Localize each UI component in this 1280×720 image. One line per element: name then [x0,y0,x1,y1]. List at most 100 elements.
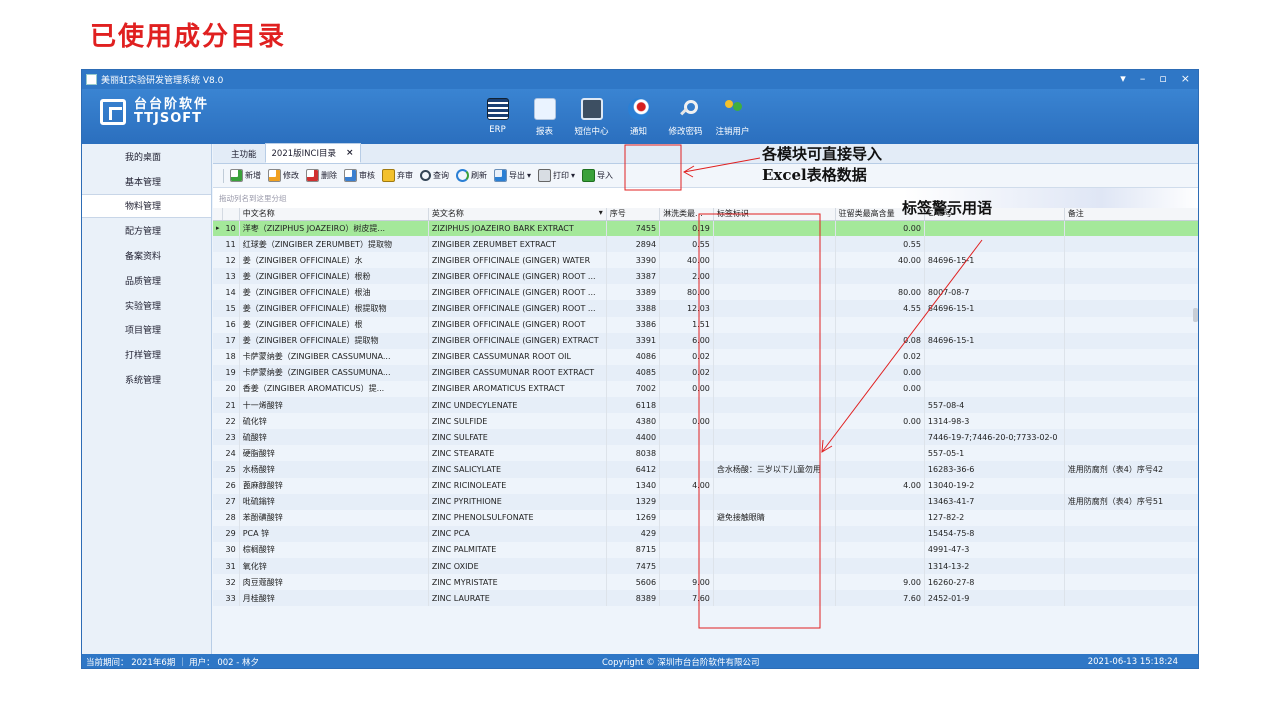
cell-cas[interactable]: 127-82-2 [924,509,1065,526]
cell-leave-on-max[interactable]: 0.00 [835,220,925,237]
table-row[interactable]: 18 卡萨蒙纳姜（ZINGIBER CASSUMUNA... ZINGIBER CA… [213,348,1198,365]
cell-seq[interactable]: 7475 [606,557,661,575]
table-row[interactable]: 25 水杨酸锌 ZINC SALICYLATE 6412 含水杨酸：三岁以下儿童勿用 16… [213,461,1198,478]
cell-rownum[interactable]: 14 [222,284,240,301]
close-icon[interactable]: × [1181,72,1190,85]
cell-label-warning[interactable] [713,445,836,462]
cell-leave-on-max[interactable] [835,461,925,478]
cell-en-name[interactable]: ZINGIBER OFFICINALE (GINGER) ROOT ... [428,284,607,301]
nav-report[interactable]: 报表 [521,98,568,137]
cell-remark[interactable] [1064,413,1198,430]
abandon-audit-button[interactable]: 弃审 [382,169,413,182]
cell-leave-on-max[interactable] [835,541,925,558]
cell-leave-on-max[interactable]: 7.60 [835,590,925,607]
cell-cas[interactable] [924,348,1065,365]
cell-leave-on-max[interactable] [835,429,925,446]
cell-en-name[interactable]: ZINC SALICYLATE [428,461,607,478]
cell-rownum[interactable]: 12 [222,252,240,269]
cell-label-warning[interactable] [713,252,836,269]
cell-cn-name[interactable]: 硬脂酸锌 [239,445,429,462]
cell-cas[interactable]: 84696-15-1 [924,300,1065,317]
cell-rinse-max[interactable] [659,557,714,575]
cell-leave-on-max[interactable]: 0.00 [835,380,925,398]
cell-remark[interactable] [1064,429,1198,446]
cell-rownum[interactable]: 16 [222,316,240,333]
cell-cn-name[interactable]: 苯酚磺酸锌 [239,509,429,526]
cell-cn-name[interactable]: 十一烯酸锌 [239,397,429,414]
sidebar-item-system[interactable]: 系统管理 [82,367,211,392]
cell-en-name[interactable]: ZINC PYRITHIONE [428,493,607,510]
cell-rownum[interactable]: 17 [222,332,240,349]
audit-button[interactable]: 审核 [344,169,375,182]
table-row[interactable]: 23 硫酸锌 ZINC SULFATE 4400 7446-19-7;7446-20-0… [213,429,1198,446]
cell-cas[interactable]: 7446-19-7;7446-20-0;7733-02-0 [924,429,1065,446]
cell-cas[interactable]: 8007-08-7 [924,284,1065,301]
cell-leave-on-max[interactable]: 80.00 [835,284,925,301]
cell-remark[interactable] [1064,445,1198,462]
cell-rownum[interactable]: 25 [222,461,240,478]
cell-cn-name[interactable]: 吡硫鎓锌 [239,493,429,510]
cell-cn-name[interactable]: 姜（ZINGIBER OFFICINALE）提取物 [239,332,429,349]
table-row[interactable]: 17 姜（ZINGIBER OFFICINALE）提取物 ZINGIBER OFFI… [213,332,1198,349]
tab-close-icon[interactable]: × [346,148,354,158]
cell-leave-on-max[interactable]: 0.02 [835,348,925,365]
cell-remark[interactable] [1064,509,1198,526]
cell-seq[interactable]: 8389 [606,590,661,607]
cell-seq[interactable]: 3389 [606,284,661,301]
print-dropdown-icon[interactable]: ▾ [571,171,575,180]
sidebar-item-project[interactable]: 项目管理 [82,318,211,343]
cell-rownum[interactable]: 21 [222,397,240,414]
cell-en-name[interactable]: ZINC SULFIDE [428,413,607,430]
cell-cas[interactable] [924,380,1065,398]
cell-label-warning[interactable] [713,590,836,607]
cell-seq[interactable]: 3390 [606,252,661,269]
cell-label-warning[interactable] [713,557,836,575]
export-dropdown-icon[interactable]: ▾ [527,171,531,180]
cell-cas[interactable]: 4991-47-3 [924,541,1065,558]
cell-remark[interactable] [1064,397,1198,414]
cell-remark[interactable] [1064,220,1198,237]
cell-rownum[interactable]: 29 [222,525,240,542]
cell-seq[interactable]: 4086 [606,348,661,365]
cell-cas[interactable]: 557-08-4 [924,397,1065,414]
cell-label-warning[interactable] [713,493,836,510]
cell-en-name[interactable]: ZIZIPHUS JOAZEIRO BARK EXTRACT [428,220,607,237]
cell-leave-on-max[interactable]: 9.00 [835,574,925,591]
table-row[interactable]: 11 红球姜（ZINGIBER ZERUMBET）提取物 ZINGIBER ZERU… [213,236,1198,253]
cell-remark[interactable] [1064,541,1198,558]
refresh-button[interactable]: 刷新 [456,169,487,182]
cell-cn-name[interactable]: 洋枣（ZIZIPHUS JOAZEIRO）树皮提... [239,220,429,237]
nav-logout[interactable]: 注销用户 [709,98,756,137]
cell-remark[interactable] [1064,316,1198,333]
cell-leave-on-max[interactable] [835,557,925,575]
cell-rownum[interactable]: 11 [222,236,240,253]
col-header-rinse-max[interactable]: 淋洗类最... [659,208,714,221]
cell-rinse-max[interactable]: 0.00 [659,380,714,398]
table-row[interactable]: 26 蓖麻醇酸锌 ZINC RICINOLEATE 1340 4.00 4.00 13040… [213,477,1198,494]
cell-en-name[interactable]: ZINGIBER AROMATICUS EXTRACT [428,380,607,398]
cell-en-name[interactable]: ZINC STEARATE [428,445,607,462]
cell-leave-on-max[interactable]: 0.55 [835,236,925,253]
cell-rownum[interactable]: 26 [222,477,240,494]
cell-rinse-max[interactable]: 40.00 [659,252,714,269]
cell-cn-name[interactable]: 水杨酸锌 [239,461,429,478]
cell-seq[interactable]: 8038 [606,445,661,462]
table-row[interactable]: 32 肉豆蔻酸锌 ZINC MYRISTATE 5606 9.00 9.00 16260-2… [213,574,1198,591]
cell-label-warning[interactable] [713,220,836,237]
vscroll-thumb[interactable] [1193,308,1198,322]
cell-label-warning[interactable] [713,364,836,381]
cell-cn-name[interactable]: 姜（ZINGIBER OFFICINALE）根粉 [239,268,429,285]
cell-leave-on-max[interactable]: 0.08 [835,332,925,349]
cell-remark[interactable] [1064,332,1198,349]
cell-rownum[interactable]: 10 [222,220,240,237]
group-by-hint[interactable]: 拖动列名到这里分组 [213,188,1198,208]
cell-cn-name[interactable]: 姜（ZINGIBER OFFICINALE）根油 [239,284,429,301]
cell-rinse-max[interactable] [659,445,714,462]
cell-remark[interactable]: 准用防腐剂（表4）序号42 [1064,461,1198,478]
cell-en-name[interactable]: ZINC PCA [428,525,607,542]
cell-rinse-max[interactable]: 0.02 [659,364,714,381]
cell-remark[interactable] [1064,348,1198,365]
cell-leave-on-max[interactable] [835,397,925,414]
col-header-seq[interactable]: 序号 [606,208,661,221]
cell-seq[interactable]: 1329 [606,493,661,510]
